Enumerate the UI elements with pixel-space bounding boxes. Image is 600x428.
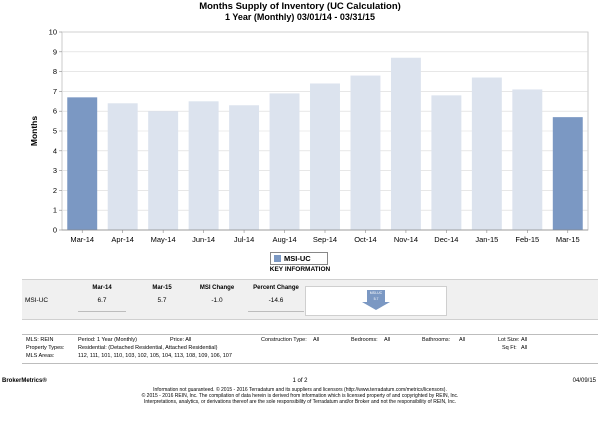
chart-subtitle: 1 Year (Monthly) 03/01/14 - 03/31/15: [225, 12, 375, 22]
criteria-mls-areas-label: MLS Areas:: [26, 353, 55, 359]
x-tick-label: Aug-14: [272, 235, 296, 244]
criteria-property-types: Residential: (Detached Residential, Atta…: [78, 345, 218, 351]
criteria-property-types-label: Property Types:: [26, 345, 65, 351]
kpi-divider: [78, 311, 126, 312]
bar: [269, 93, 300, 230]
legend-label: MSI-UC: [284, 254, 311, 263]
kpi-row-label: MSI-UC: [25, 297, 49, 304]
criteria-price: Price: All: [170, 337, 192, 343]
criteria-mls-areas: 112, 111, 101, 110, 103, 102, 105, 104, …: [78, 353, 232, 359]
x-tick-label: Apr-14: [111, 235, 134, 244]
x-tick-label: Nov-14: [394, 235, 418, 244]
y-tick-label: 7: [53, 87, 57, 96]
y-tick-label: 4: [53, 146, 57, 155]
x-tick-label: Sep-14: [313, 235, 337, 244]
y-tick-label: 10: [49, 28, 57, 37]
bar: [148, 111, 179, 230]
kpi-header-change: MSI Change: [199, 285, 235, 291]
kpi-value-change: -1.0: [211, 297, 223, 304]
criteria-bathrooms-label: Bathrooms:: [422, 337, 451, 343]
mini-arrow-label: MSI-UC 5.7: [367, 290, 385, 302]
x-tick-label: Jul-14: [234, 235, 254, 244]
x-tick-label: Mar-14: [70, 235, 94, 244]
bar: [67, 97, 98, 230]
y-tick-label: 9: [53, 47, 57, 56]
bar: [350, 75, 381, 230]
y-tick-label: 2: [53, 186, 57, 195]
bar: [188, 101, 219, 230]
bar-chart: 0 1 2 3 4 5 6 7 8 9 10 Mar-14 Apr-14 May-14 Jun-14 Jul-…: [29, 28, 589, 244]
y-tick-label: 5: [53, 127, 57, 136]
bar: [310, 83, 340, 230]
kpi-value-end: 5.7: [157, 297, 167, 304]
legend-swatch: [274, 255, 281, 262]
x-tick-label: Mar-15: [556, 235, 580, 244]
criteria-period: Period: 1 Year (Monthly): [78, 337, 138, 343]
disclaimer: Information not guaranteed. © 2015 - 201…: [0, 387, 600, 405]
disclaimer-line-3: Interpretations, analytics, or derivatio…: [143, 399, 456, 405]
x-tick-label: Dec-14: [434, 235, 458, 244]
mini-chart: MSI-UC 5.7: [305, 286, 447, 316]
key-information-panel: Mar-14 Mar-15 MSI Change Percent Change …: [22, 279, 598, 320]
bar: [512, 89, 543, 230]
x-tick-label: Jan-15: [475, 235, 498, 244]
criteria-construction-label: Construction Type:: [261, 337, 307, 343]
criteria-sqft-value: All: [521, 345, 528, 351]
criteria-lot-size-value: All: [521, 337, 528, 343]
y-tick-label: 1: [53, 206, 57, 215]
chart-title: Months Supply of Inventory (UC Calculati…: [199, 1, 401, 12]
page-number: 1 of 2: [292, 378, 308, 384]
criteria-bathrooms-value: All: [459, 337, 466, 343]
x-tick-label: May-14: [151, 235, 176, 244]
criteria-lot-size-label: Lot Size:: [498, 337, 520, 343]
bar: [552, 117, 583, 230]
bar: [390, 57, 421, 230]
report-criteria: MLS: REIN Period: 1 Year (Monthly) Price…: [22, 334, 598, 364]
bar: [431, 95, 462, 230]
y-tick-label: 3: [53, 166, 57, 175]
kpi-value-start: 6.7: [97, 297, 107, 304]
chart-legend: MSI-UC: [270, 252, 328, 265]
bar: [107, 103, 138, 230]
kpi-divider: [248, 311, 304, 312]
kpi-value-percent: -14.6: [268, 297, 284, 304]
criteria-bedrooms-value: All: [384, 337, 391, 343]
y-tick-label: 8: [53, 67, 57, 76]
x-tick-label: Oct-14: [354, 235, 377, 244]
criteria-sqft-label: Sq Ft:: [502, 345, 517, 351]
down-arrow-icon: [362, 302, 390, 310]
report-date: 04/09/15: [572, 378, 596, 384]
criteria-bedrooms-label: Bedrooms:: [351, 337, 378, 343]
key-information-title: KEY INFORMATION: [269, 266, 331, 273]
x-tick-label: Jun-14: [192, 235, 215, 244]
y-tick-label: 0: [53, 226, 57, 235]
criteria-mls: MLS: REIN: [26, 337, 54, 343]
brand-logo: BrokerMetrics®: [2, 378, 47, 384]
bar: [471, 77, 502, 230]
kpi-header-end: Mar-15: [152, 285, 172, 291]
x-tick-label: Feb-15: [515, 235, 539, 244]
bar: [229, 105, 260, 230]
y-tick-label: 6: [53, 107, 57, 116]
criteria-construction-value: All: [313, 337, 320, 343]
y-axis-label: Months: [29, 116, 39, 146]
kpi-header-percent: Percent Change: [253, 285, 299, 291]
kpi-header-start: Mar-14: [92, 285, 112, 291]
